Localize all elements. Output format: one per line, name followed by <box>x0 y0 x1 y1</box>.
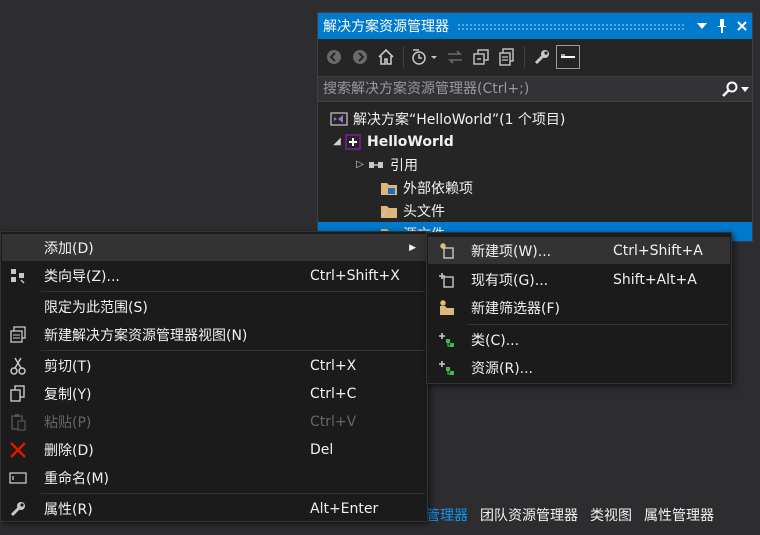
tree-item-label: 解决方案“HelloWorld”(1 个项目) <box>353 111 566 128</box>
menu-separator <box>41 291 425 292</box>
submenu-arrow-icon: ▶ <box>409 242 416 253</box>
toolbar-separator <box>403 46 404 68</box>
title-grip <box>457 22 684 30</box>
sync-icon[interactable] <box>443 45 467 69</box>
menu-item-rename[interactable]: 重命名(M) <box>2 464 426 491</box>
tree-item-solution[interactable]: 解决方案“HelloWorld”(1 个项目) <box>318 107 752 130</box>
wrench-icon <box>7 498 29 520</box>
references-icon <box>367 156 385 174</box>
properties-wrench-icon[interactable] <box>530 45 554 69</box>
tree-item-header-files[interactable]: 头文件 <box>318 199 752 222</box>
existing-item-icon <box>436 269 458 291</box>
pending-changes-icon[interactable] <box>409 45 441 69</box>
menu-item-add[interactable]: 添加(D) ▶ <box>2 234 426 261</box>
tree-item-label: HelloWorld <box>367 133 454 150</box>
add-resource-icon <box>436 357 458 379</box>
bottom-tab-strip: 管理器 团队资源管理器 类视图 属性管理器 <box>420 504 720 528</box>
tree-item-label: 头文件 <box>403 203 445 220</box>
menu-item-class-wizard[interactable]: 类向导(Z)... Ctrl+Shift+X <box>2 262 426 289</box>
add-class-icon <box>436 329 458 351</box>
menu-item-delete[interactable]: 删除(D) Del <box>2 436 426 463</box>
submenu-item-class[interactable]: 类(C)... <box>428 326 730 353</box>
menu-item-new-explorer-view[interactable]: 新建解决方案资源管理器视图(N) <box>2 321 426 348</box>
copy-icon <box>7 383 29 405</box>
new-filter-icon <box>436 297 458 319</box>
pin-icon[interactable] <box>712 16 732 36</box>
show-all-files-icon[interactable] <box>495 45 519 69</box>
home-icon[interactable] <box>374 45 398 69</box>
tree-item-label: 引用 <box>390 157 418 174</box>
context-menu: 添加(D) ▶ 类向导(Z)... Ctrl+Shift+X 限定为此范围(S)… <box>0 231 428 522</box>
tree-item-references[interactable]: ▷ 引用 <box>318 153 752 176</box>
new-item-icon <box>436 240 458 262</box>
expanded-arrow-icon[interactable]: ◢ <box>330 136 344 147</box>
menu-separator <box>41 493 425 494</box>
preview-selected-icon[interactable] <box>556 45 580 69</box>
tab-team-explorer[interactable]: 团队资源管理器 <box>474 504 584 528</box>
menu-separator <box>467 324 729 325</box>
delete-icon <box>7 439 29 461</box>
menu-item-paste[interactable]: 粘贴(P) Ctrl+V <box>2 408 426 435</box>
search-input[interactable] <box>323 81 718 97</box>
search-box[interactable] <box>318 76 752 102</box>
submenu-item-new-item[interactable]: 新建项(W)... Ctrl+Shift+A <box>428 237 730 264</box>
folder-icon <box>380 179 398 197</box>
submenu-item-existing-item[interactable]: 现有项(G)... Shift+Alt+A <box>428 266 730 293</box>
menu-separator <box>41 350 425 351</box>
back-icon[interactable] <box>322 45 346 69</box>
folder-icon <box>380 202 398 220</box>
toolbar-separator <box>524 46 525 68</box>
menu-item-properties[interactable]: 属性(R) Alt+Enter <box>2 495 426 522</box>
close-icon[interactable] <box>732 16 752 36</box>
search-icon[interactable] <box>718 78 752 100</box>
tab-property-manager[interactable]: 属性管理器 <box>638 504 720 528</box>
tree-item-external-deps[interactable]: 外部依赖项 <box>318 176 752 199</box>
submenu-item-resource[interactable]: 资源(R)... <box>428 354 730 381</box>
solution-explorer-toolbar <box>318 40 752 74</box>
tab-class-view[interactable]: 类视图 <box>584 504 638 528</box>
collapse-all-icon[interactable] <box>469 45 493 69</box>
solution-explorer-panel: 解决方案资源管理器 搜索解决方案资源管理器(Ctrl+;) 解决方案“Hello… <box>317 12 753 242</box>
menu-item-copy[interactable]: 复制(Y) Ctrl+C <box>2 380 426 407</box>
tree-item-project[interactable]: ◢ HelloWorld <box>318 130 752 153</box>
solution-explorer-titlebar[interactable]: 解决方案资源管理器 <box>318 13 752 39</box>
rename-icon <box>7 467 29 489</box>
scissors-icon <box>7 355 29 377</box>
add-submenu: 新建项(W)... Ctrl+Shift+A 现有项(G)... Shift+A… <box>426 232 732 384</box>
collapsed-arrow-icon[interactable]: ▷ <box>353 159 367 170</box>
tree-item-label: 外部依赖项 <box>403 180 473 197</box>
cpp-project-icon <box>344 133 362 151</box>
paste-icon <box>7 411 29 433</box>
class-wizard-icon <box>7 265 29 287</box>
tab-solution-explorer[interactable]: 管理器 <box>420 504 474 528</box>
forward-icon[interactable] <box>348 45 372 69</box>
dropdown-icon[interactable] <box>692 16 712 36</box>
panel-title: 解决方案资源管理器 <box>323 19 449 35</box>
submenu-item-new-filter[interactable]: 新建筛选器(F) <box>428 294 730 321</box>
new-view-icon <box>7 324 29 346</box>
solution-icon <box>330 110 348 128</box>
menu-item-scope-to-this[interactable]: 限定为此范围(S) <box>2 293 426 320</box>
menu-item-cut[interactable]: 剪切(T) Ctrl+X <box>2 352 426 379</box>
